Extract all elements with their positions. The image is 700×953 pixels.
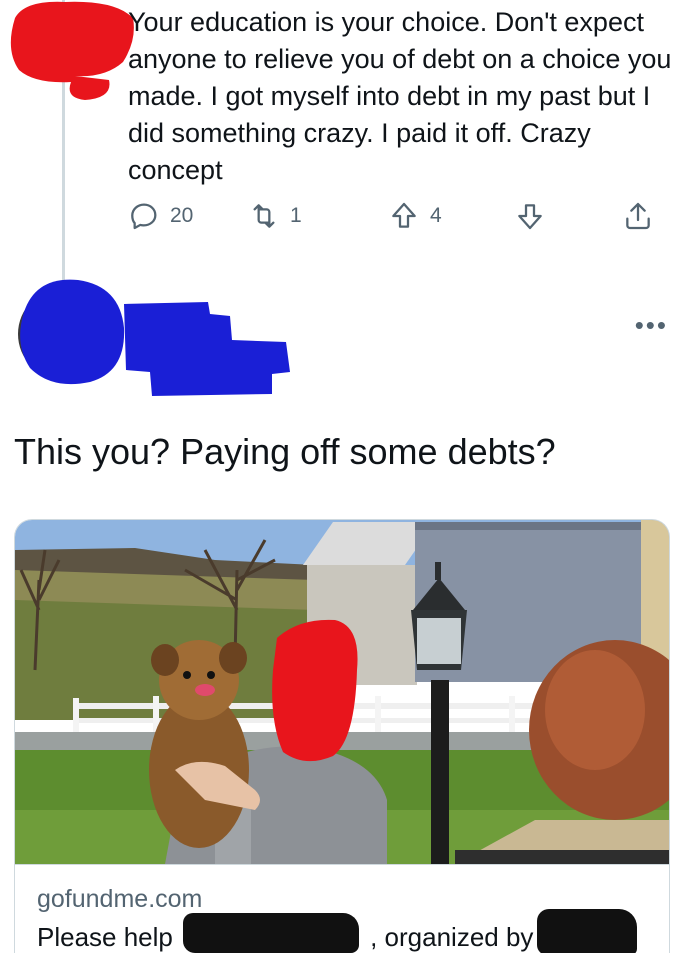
redacted-name-1 [183, 913, 359, 953]
card-title-start: Please help [37, 922, 181, 952]
retweet-button[interactable]: 1 [248, 200, 302, 232]
upvote-arrow-icon [392, 202, 416, 228]
share-icon [626, 202, 650, 230]
reply-count: 20 [170, 204, 194, 227]
card-photo [15, 520, 669, 864]
redacted-avatar-blue [18, 279, 125, 385]
card-title-mid: , organized by [370, 922, 534, 952]
card-meta: gofundme.com Please help , organized by [15, 864, 669, 953]
redacted-avatar-red [10, 1, 134, 100]
upvote-count: 4 [430, 204, 442, 227]
share-button[interactable] [622, 200, 654, 232]
reply-text: This you? Paying off some debts? [14, 431, 556, 472]
tweet-actions-bar: 20 1 4 [128, 200, 668, 240]
reply-icon [131, 203, 157, 230]
retweet-count: 1 [290, 204, 302, 227]
card-domain: gofundme.com [37, 885, 203, 913]
retweet-icon [253, 204, 275, 228]
tweet-text: Your education is your choice. Don't exp… [128, 7, 672, 185]
upvote-button[interactable]: 4 [388, 200, 442, 232]
reply-button[interactable]: 20 [128, 200, 193, 232]
more-options-icon[interactable]: ••• [635, 310, 668, 341]
redacted-username [124, 302, 290, 396]
downvote-arrow-icon [518, 204, 542, 230]
downvote-button[interactable] [514, 200, 546, 232]
redacted-name-2 [537, 909, 637, 953]
link-preview-card[interactable]: gofundme.com Please help , organized by [14, 519, 670, 953]
